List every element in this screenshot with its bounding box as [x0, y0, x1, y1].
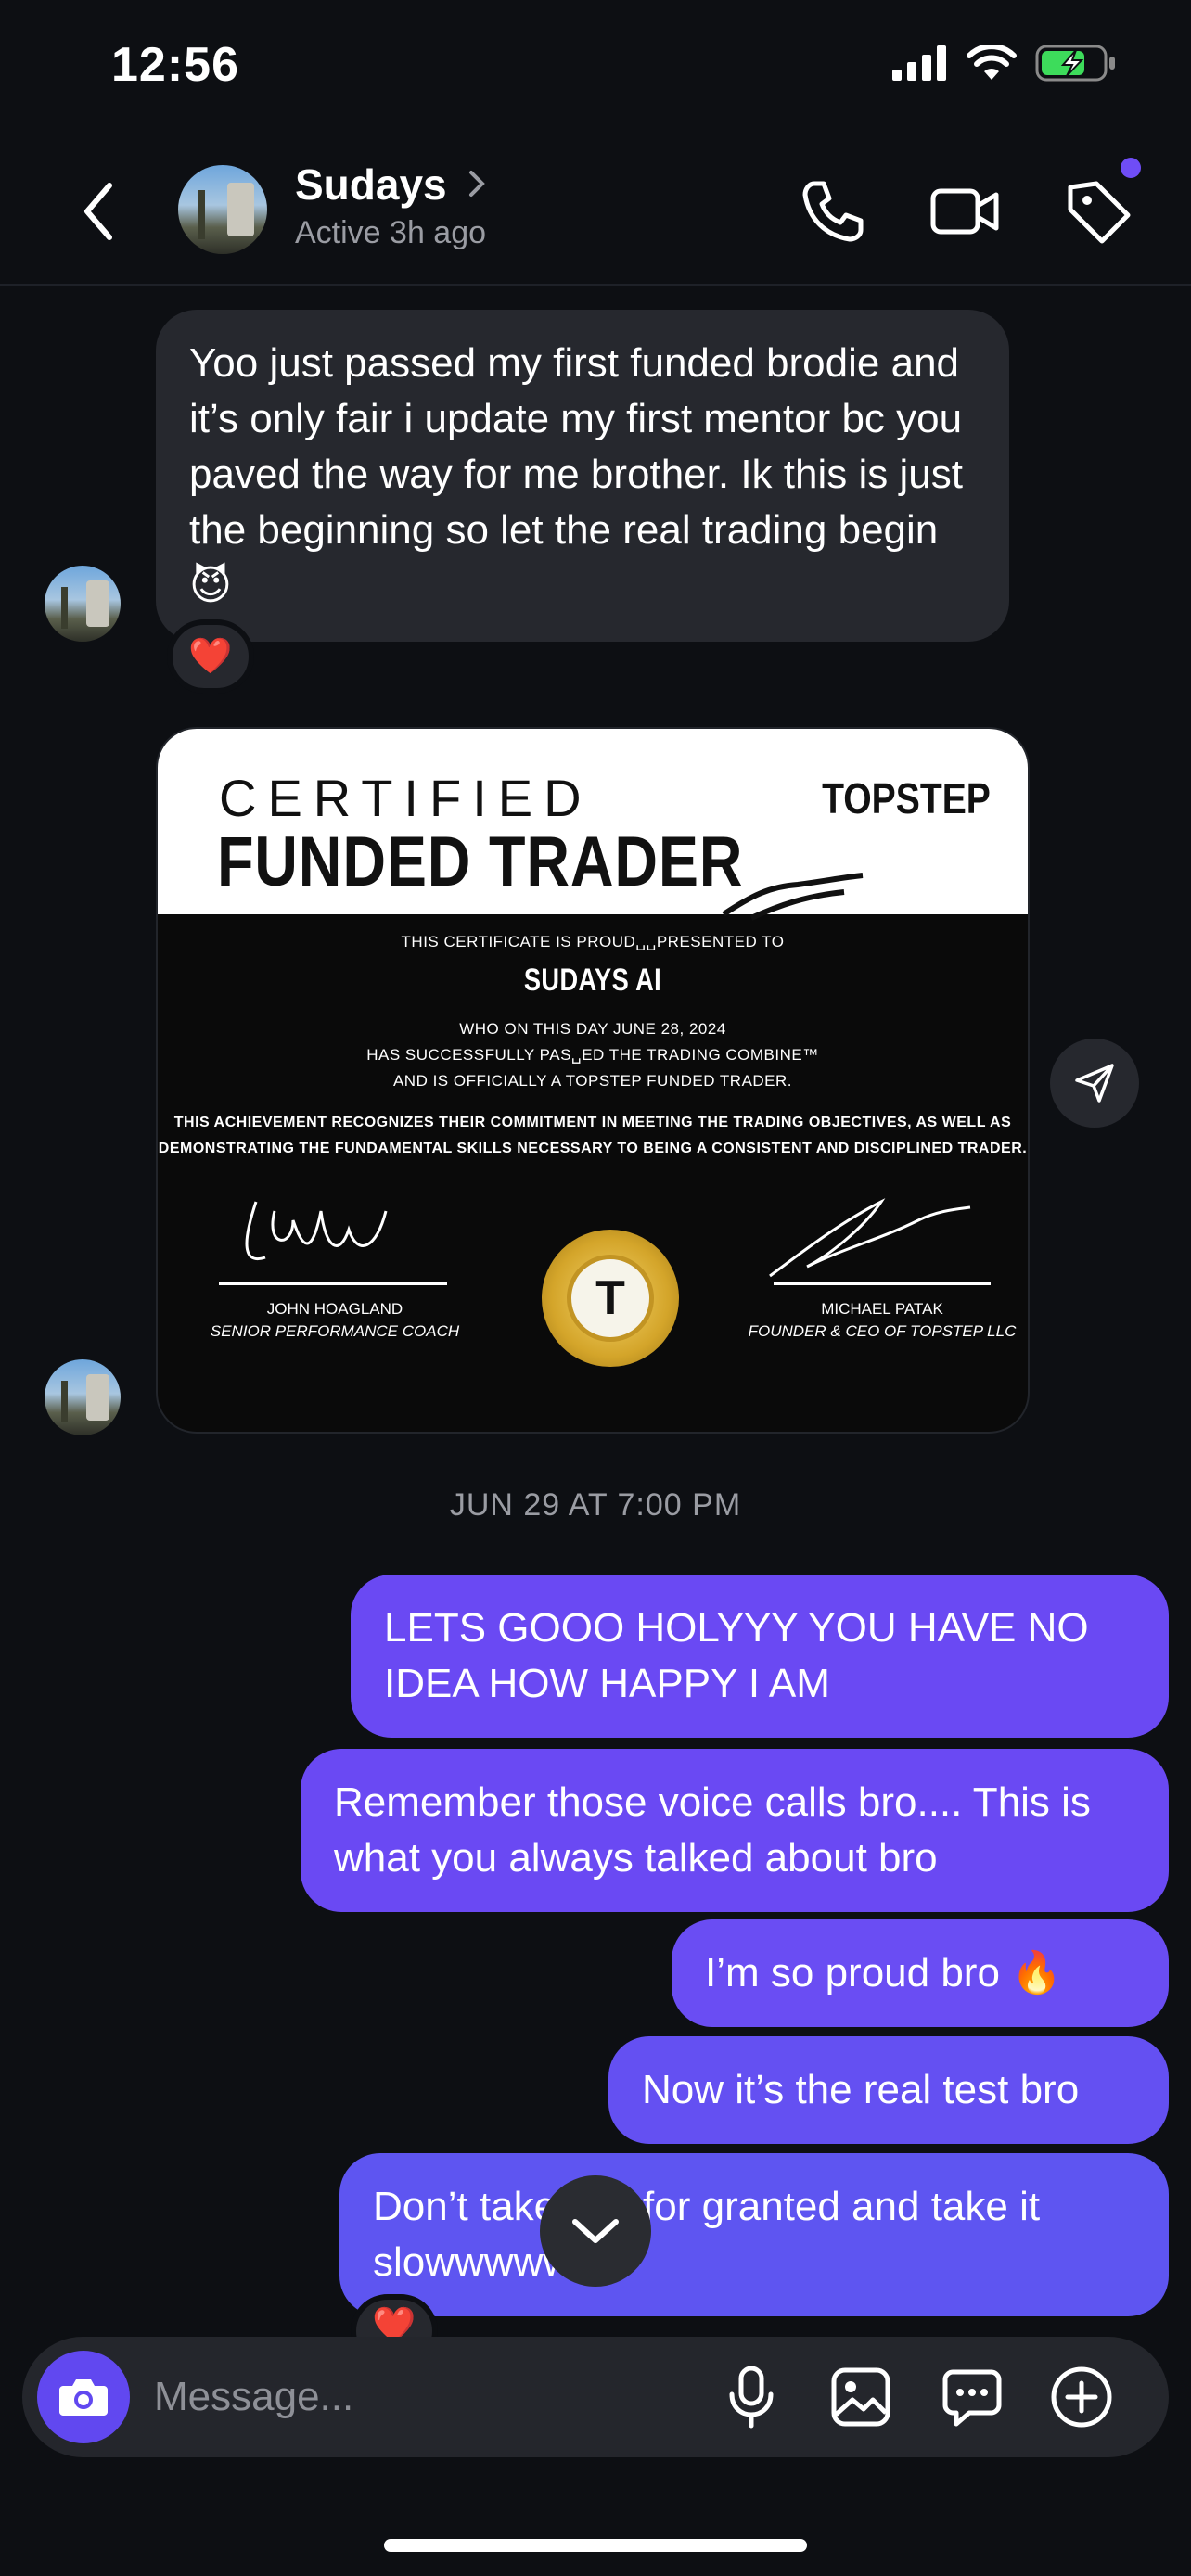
chevron-down-icon	[572, 2219, 619, 2243]
back-icon[interactable]	[76, 174, 122, 249]
wifi-icon	[967, 45, 1017, 80]
outgoing-message[interactable]: Now it’s the real test bro	[608, 2036, 1169, 2144]
battery-icon	[1035, 45, 1115, 82]
contact-name[interactable]: Sudays	[295, 159, 447, 210]
certificate-image[interactable]: CERTIFIED FUNDED TRADER TOPSTEP THIS CER…	[156, 727, 1030, 1434]
cert-recipient-name: SUDAYS AI	[523, 963, 662, 998]
cert-line: HAS SUCCESSFULLY PAS␣ED THE TRADING COMB…	[366, 1046, 819, 1064]
topstep-seal: T	[542, 1230, 679, 1367]
video-icon[interactable]	[928, 174, 1002, 249]
signer-name: MICHAEL PATAK	[821, 1300, 943, 1318]
mic-button[interactable]	[714, 2360, 788, 2434]
contact-status: Active 3h ago	[295, 215, 487, 250]
outgoing-message[interactable]: I’m so proud bro 🔥	[672, 1919, 1169, 2027]
image-icon	[831, 2367, 890, 2427]
certificate-brand: TOPSTEP	[822, 774, 991, 823]
signer-title: FOUNDER & CEO OF TOPSTEP LLC	[748, 1322, 1017, 1340]
more-button[interactable]	[1044, 2360, 1119, 2434]
certificate-title-big: FUNDED TRADER	[217, 823, 744, 901]
outgoing-message[interactable]: Don’t take this for granted and take it …	[339, 2153, 1169, 2316]
incoming-message[interactable]: Yoo just passed my first funded brodie a…	[156, 310, 1009, 642]
contact-avatar[interactable]	[178, 165, 267, 254]
phone-icon[interactable]	[796, 174, 870, 249]
cert-line: THIS ACHIEVEMENT RECOGNIZES THEIR COMMIT…	[173, 1115, 1012, 1130]
status-time: 12:56	[111, 38, 239, 92]
status-icons	[892, 45, 1117, 82]
signature-line	[774, 1282, 991, 1285]
cert-line: DEMONSTRATING THE FUNDAMENTAL SKILLS NEC…	[158, 1141, 1028, 1156]
signal-icon	[892, 45, 946, 81]
certificate-title-small: CERTIFIED	[219, 769, 593, 827]
scroll-to-bottom-button[interactable]	[540, 2175, 651, 2287]
signature-right	[769, 1198, 971, 1278]
home-indicator[interactable]	[384, 2539, 807, 2552]
plus-icon	[1051, 2366, 1112, 2428]
camera-button[interactable]	[37, 2351, 130, 2443]
status-bar: 12:56	[0, 0, 1191, 139]
message-composer	[22, 2337, 1169, 2457]
notification-dot	[1121, 158, 1141, 178]
tag-icon[interactable]	[1061, 174, 1135, 249]
certificate-header: CERTIFIED FUNDED TRADER TOPSTEP	[158, 729, 1028, 921]
seal-letter: T	[567, 1255, 654, 1342]
message-input[interactable]	[154, 2365, 692, 2429]
outgoing-message[interactable]: LETS GOOO HOLYYY YOU HAVE NO IDEA HOW HA…	[351, 1575, 1169, 1738]
timestamp: JUN 29 AT 7:00 PM	[449, 1487, 742, 1523]
chat-header: Sudays Active 3h ago	[0, 139, 1191, 286]
outgoing-message[interactable]: Remember those voice calls bro.... This …	[301, 1749, 1169, 1912]
signature-caption-left: JOHN HOAGLAND SENIOR PERFORMANCE COACH	[200, 1298, 469, 1343]
sticker-icon	[942, 2369, 1002, 2427]
signature-caption-right: MICHAEL PATAK FOUNDER & CEO OF TOPSTEP L…	[738, 1298, 1026, 1343]
sticker-button[interactable]	[935, 2360, 1009, 2434]
signature-left	[245, 1201, 388, 1261]
chevron-right-icon[interactable]	[466, 167, 488, 200]
cert-line: THIS CERTIFICATE IS PROUD␣␣PRESENTED TO	[401, 933, 785, 950]
signer-title: SENIOR PERFORMANCE COACH	[210, 1322, 460, 1340]
signer-name: JOHN HOAGLAND	[266, 1300, 403, 1318]
sender-avatar[interactable]	[45, 1359, 121, 1435]
mic-icon	[729, 2366, 774, 2429]
certificate-body: THIS CERTIFICATE IS PROUD␣␣PRESENTED TO …	[158, 914, 1028, 1432]
gallery-button[interactable]	[824, 2360, 898, 2434]
cert-line: WHO ON THIS DAY JUNE 28, 2024	[459, 1020, 726, 1038]
share-icon	[1075, 1064, 1114, 1103]
reaction-badge[interactable]: ❤️	[167, 619, 254, 694]
sender-avatar[interactable]	[45, 566, 121, 642]
share-button[interactable]	[1050, 1039, 1139, 1128]
cert-line: AND IS OFFICIALLY A TOPSTEP FUNDED TRADE…	[392, 1072, 793, 1090]
signature-line	[219, 1282, 447, 1285]
camera-icon	[59, 2379, 108, 2416]
